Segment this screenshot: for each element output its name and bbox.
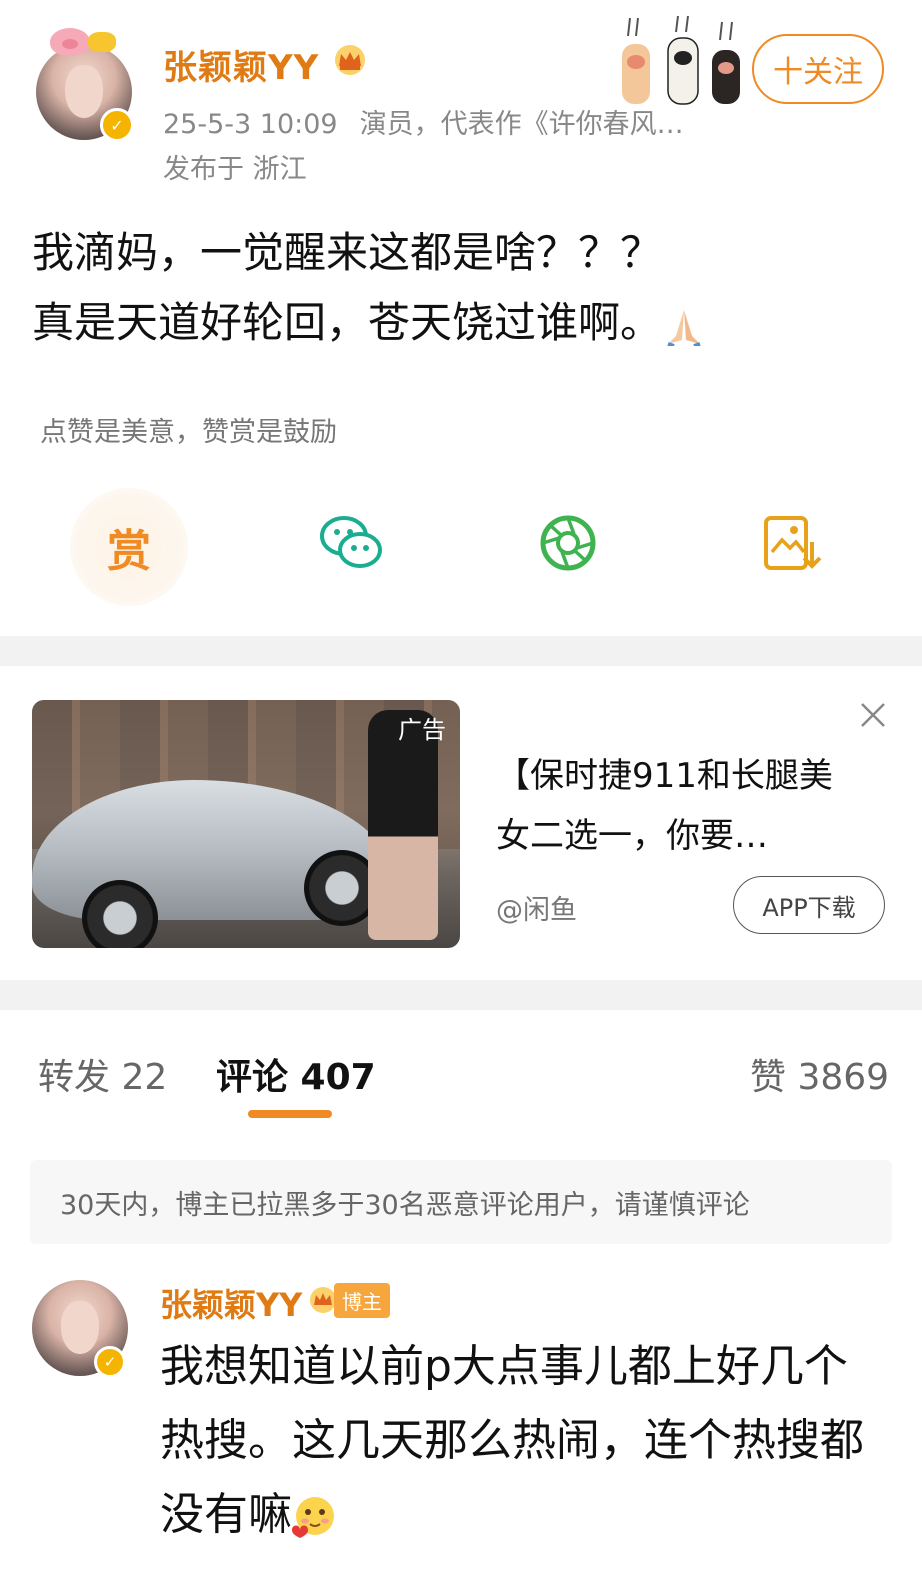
ad-image[interactable]: 广告: [32, 700, 460, 948]
post-timestamp: 25-5-3 10:09: [163, 109, 338, 140]
crown-icon: [335, 45, 365, 75]
ad-image-wheel: [82, 880, 158, 948]
section-divider: [0, 980, 922, 1010]
comment-text: 我想知道以前p大点事儿都上好几个热搜。这几天那么热闹，连个热搜都没有嘛: [160, 1341, 864, 1540]
pig-ornament-icon: [50, 28, 90, 56]
author-name[interactable]: 张颖颖YY: [163, 40, 319, 89]
reward-hint: 点赞是美意，赞赏是鼓励: [40, 417, 337, 448]
blogger-badge: 博主: [308, 1282, 390, 1318]
verified-icon: ✓: [100, 108, 134, 142]
commenter-name[interactable]: 张颖颖YY: [160, 1280, 302, 1326]
pray-emoji: [667, 309, 701, 346]
active-tab-indicator: [248, 1110, 332, 1118]
tab-likes[interactable]: 赞 3869: [750, 1048, 889, 1100]
section-divider: [0, 636, 922, 666]
post-text-line-2: 真是天道好轮回，苍天饶过谁啊。: [32, 298, 663, 347]
app-download-button[interactable]: APP下载: [733, 876, 885, 934]
follow-button[interactable]: 十关注: [752, 34, 884, 104]
post-body: 我滴妈，一觉醒来这都是啥？？？ 真是天道好轮回，苍天饶过谁啊。: [32, 218, 892, 358]
avatar-face: [60, 1301, 100, 1354]
post-text-line-1: 我滴妈，一觉醒来这都是啥？？？: [32, 228, 663, 277]
ad-source: @闲鱼: [496, 895, 577, 926]
tab-comments[interactable]: 评论 407: [216, 1048, 376, 1100]
ad-title[interactable]: 【保时捷911和长腿美女二选一，你要…: [496, 746, 846, 866]
ad-label: 广告: [398, 716, 446, 744]
post-meta: 25-5-3 10:09 演员，代表作《许你春风…: [163, 102, 684, 141]
close-icon[interactable]: [858, 700, 888, 730]
author-role: 演员，代表作《许你春风…: [359, 109, 684, 140]
ad-card[interactable]: 广告 【保时捷911和长腿美女二选一，你要… @闲鱼 APP下载: [0, 670, 922, 980]
reward-button[interactable]: 赏: [70, 488, 188, 606]
verified-icon: ✓: [94, 1346, 126, 1378]
comment-notice: 30天内，博主已拉黑多于30名恶意评论用户，请谨慎评论: [30, 1160, 892, 1244]
comment-text-wrap: 我想知道以前p大点事儿都上好几个热搜。这几天那么热闹，连个热搜都没有嘛: [160, 1330, 890, 1552]
tab-repost[interactable]: 转发 22: [38, 1048, 167, 1100]
moments-icon[interactable]: [536, 512, 602, 574]
share-row: 赏: [0, 478, 922, 608]
post-header: ✓ 张颖颖YY 25-5-3 10:09 演员，代表作《许你春风… 发布于 浙江 …: [0, 0, 922, 190]
cat-paws-icon: [622, 15, 740, 105]
wechat-icon[interactable]: [318, 512, 384, 574]
post-text-line-2-wrap: 真是天道好轮回，苍天饶过谁啊。: [32, 288, 892, 358]
blush-emoji: [292, 1497, 334, 1538]
interaction-tabs: 转发 22 评论 407 赞 3869: [0, 1040, 922, 1130]
bow-ornament-icon: [88, 32, 116, 52]
blogger-label: 博主: [334, 1282, 390, 1318]
save-image-icon[interactable]: [760, 512, 826, 574]
post-location: 发布于 浙江: [163, 154, 307, 185]
avatar-face: [64, 65, 104, 118]
comment-item: ✓ 张颖颖YY 博主 我想知道以前p大点事儿都上好几个热搜。这几天那么热闹，连个…: [0, 1270, 922, 1578]
